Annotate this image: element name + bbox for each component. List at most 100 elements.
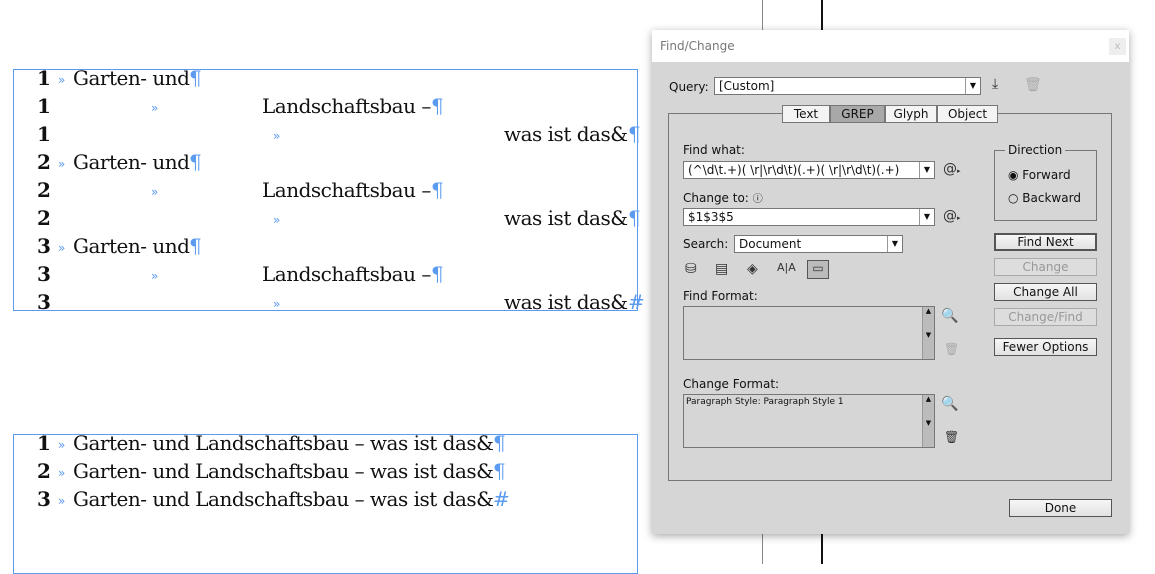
tab-marker-icon: » xyxy=(273,213,281,227)
delete-query-icon[interactable]: 🗑 xyxy=(1024,77,1042,93)
line-number: 2 xyxy=(37,206,51,230)
paragraph-text: Garten- und Landschaftsbau – was ist das… xyxy=(73,431,494,455)
special-chars-icon[interactable]: @▸ xyxy=(943,161,961,177)
paragraph-text: was ist das& xyxy=(504,206,628,230)
paragraph-end: ¶ xyxy=(431,94,444,118)
save-query-icon[interactable]: ⤓ xyxy=(992,76,998,92)
clear-format-icon[interactable]: 🗑 xyxy=(944,342,959,356)
line-number: 1 xyxy=(37,66,51,90)
pilcrow-icon: ¶ xyxy=(189,66,202,90)
paragraph-text: Garten- und xyxy=(73,234,190,258)
done-button[interactable]: Done xyxy=(1009,499,1112,517)
include-locked-layers-icon[interactable]: ⛁ xyxy=(685,261,697,277)
chevron-down-icon: ▼ xyxy=(919,162,934,178)
pilcrow-icon: # xyxy=(628,290,645,314)
tab-glyph[interactable]: Glyph xyxy=(885,105,937,123)
pilcrow-icon: # xyxy=(493,487,510,511)
line-number: 2 xyxy=(37,178,51,202)
clear-format-icon[interactable]: 🗑 xyxy=(944,430,959,444)
line-number: 1 xyxy=(37,431,51,455)
pilcrow-icon: ¶ xyxy=(628,206,641,230)
find-what-input[interactable]: (^\d\t.+)( \r|\r\d\t)(.+)( \r|\r\d\t)(.+… xyxy=(683,161,935,179)
change-to-input[interactable]: $1$3$5 ▼ xyxy=(683,208,935,226)
paragraph-end: ¶ xyxy=(189,234,202,258)
include-locked-stories-icon[interactable]: ▤ xyxy=(715,261,728,277)
find-change-dialog: Find/Change x Query: [Custom] ▼ ⤓ 🗑 Text … xyxy=(652,30,1129,534)
paragraph-end: ¶ xyxy=(431,262,444,286)
chevron-down-icon: ▼ xyxy=(887,236,902,252)
tab-marker-icon: » xyxy=(58,73,66,87)
paragraph-text: was ist das& xyxy=(504,290,628,314)
pilcrow-icon: ¶ xyxy=(431,262,444,286)
special-chars-icon[interactable]: @▸ xyxy=(943,208,961,224)
change-format-box[interactable]: Paragraph Style: Paragraph Style 1 ▲ ▼ xyxy=(683,394,935,448)
tab-marker-icon: » xyxy=(273,129,281,143)
direction-group xyxy=(994,150,1097,221)
paragraph-end: ¶ xyxy=(189,150,202,174)
tab-text[interactable]: Text xyxy=(782,105,830,123)
pilcrow-icon: ¶ xyxy=(431,94,444,118)
find-next-button[interactable]: Find Next xyxy=(994,233,1097,251)
tab-marker-icon: » xyxy=(58,241,66,255)
change-format-value: Paragraph Style: Paragraph Style 1 xyxy=(686,397,844,407)
change-format-label: Change Format: xyxy=(683,377,780,391)
pilcrow-icon: ¶ xyxy=(189,150,202,174)
close-button[interactable]: x xyxy=(1109,38,1126,55)
change-find-button[interactable]: Change/Find xyxy=(994,308,1097,326)
find-what-label: Find what: xyxy=(683,143,745,157)
paragraph-end: ¶ xyxy=(628,122,641,146)
query-label: Query: xyxy=(669,80,709,94)
specify-format-icon[interactable]: 🔍 xyxy=(941,308,958,324)
fewer-options-button[interactable]: Fewer Options xyxy=(994,338,1097,356)
paragraph-text: Garten- und xyxy=(73,150,190,174)
tab-marker-icon: » xyxy=(151,185,159,199)
paragraph-end: ¶ xyxy=(493,459,506,483)
search-value: Document xyxy=(739,237,802,251)
specify-format-icon[interactable]: 🔍 xyxy=(941,396,958,412)
pilcrow-icon: ¶ xyxy=(493,459,506,483)
tab-marker-icon: » xyxy=(58,466,66,480)
paragraph-text: Landschaftsbau – xyxy=(262,94,431,118)
search-label: Search: xyxy=(683,237,729,251)
change-all-button[interactable]: Change All xyxy=(994,283,1097,301)
include-master-pages-icon[interactable]: A|A xyxy=(777,261,796,274)
line-number: 3 xyxy=(37,290,51,314)
pilcrow-icon: ¶ xyxy=(493,431,506,455)
include-footnotes-icon[interactable]: ▭ xyxy=(807,260,829,279)
paragraph-text: Garten- und xyxy=(73,66,190,90)
find-format-box[interactable]: ▲ ▼ xyxy=(683,306,935,360)
chevron-down-icon: ▼ xyxy=(965,78,980,94)
info-icon: ⓘ xyxy=(752,194,763,205)
tab-grep[interactable]: GREP xyxy=(830,105,885,123)
tab-marker-icon: » xyxy=(58,494,66,508)
scrollbar[interactable]: ▲ ▼ xyxy=(922,307,934,359)
paragraph-text: Garten- und Landschaftsbau – was ist das… xyxy=(73,487,494,511)
scrollbar[interactable]: ▲ ▼ xyxy=(922,395,934,447)
query-select[interactable]: [Custom] ▼ xyxy=(714,77,981,95)
tab-object[interactable]: Object xyxy=(937,105,998,123)
pilcrow-icon: ¶ xyxy=(431,178,444,202)
line-number: 1 xyxy=(37,122,51,146)
forward-radio[interactable]: ◉ Forward xyxy=(1008,168,1071,182)
line-number: 2 xyxy=(37,150,51,174)
paragraph-end: ¶ xyxy=(628,206,641,230)
paragraph-end: ¶ xyxy=(189,66,202,90)
change-to-value: $1$3$5 xyxy=(688,210,734,224)
paragraph-text: Landschaftsbau – xyxy=(262,262,431,286)
line-number: 3 xyxy=(37,487,51,511)
find-format-label: Find Format: xyxy=(683,289,758,303)
tab-marker-icon: » xyxy=(151,269,159,283)
include-hidden-layers-icon[interactable]: ◈ xyxy=(747,261,758,277)
search-select[interactable]: Document ▼ xyxy=(734,235,903,253)
pilcrow-icon: ¶ xyxy=(189,234,202,258)
tab-marker-icon: » xyxy=(58,157,66,171)
dialog-title: Find/Change xyxy=(652,30,1129,62)
tab-marker-icon: » xyxy=(273,297,281,311)
line-number: 1 xyxy=(37,94,51,118)
line-number: 2 xyxy=(37,459,51,483)
change-button[interactable]: Change xyxy=(994,258,1097,276)
find-what-value: (^\d\t.+)( \r|\r\d\t)(.+)( \r|\r\d\t)(.+… xyxy=(688,163,900,177)
line-number: 3 xyxy=(37,262,51,286)
backward-radio[interactable]: ○ Backward xyxy=(1008,191,1081,205)
line-number: 3 xyxy=(37,234,51,258)
